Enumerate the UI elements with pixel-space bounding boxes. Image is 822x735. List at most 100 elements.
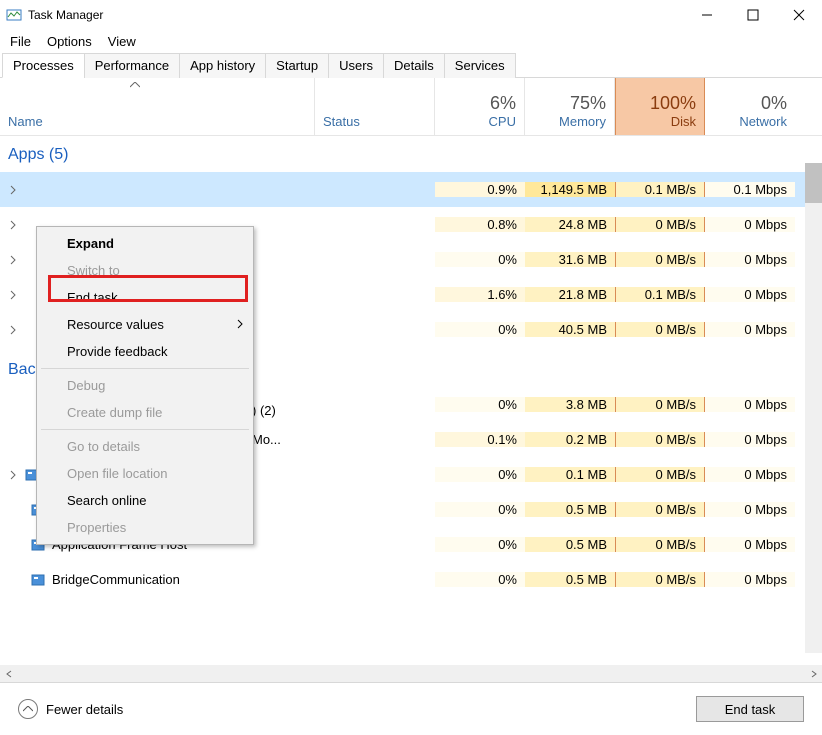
title-bar: Task Manager <box>0 0 822 30</box>
cell-mem: 31.6 MB <box>525 252 615 267</box>
cell-mem: 40.5 MB <box>525 322 615 337</box>
cell-disk: 0 MB/s <box>615 502 705 517</box>
ctx-expand[interactable]: Expand <box>39 230 251 257</box>
cell-net: 0 Mbps <box>705 287 795 302</box>
tab-services[interactable]: Services <box>444 53 516 78</box>
menu-options[interactable]: Options <box>41 32 102 51</box>
tab-app-history[interactable]: App history <box>179 53 266 78</box>
cell-disk: 0 MB/s <box>615 572 705 587</box>
ctx-search-online[interactable]: Search online <box>39 487 251 514</box>
col-disk[interactable]: 100% Disk <box>615 78 705 135</box>
cell-mem: 24.8 MB <box>525 217 615 232</box>
col-name-label: Name <box>8 114 43 129</box>
expand-chevron-icon[interactable] <box>8 220 18 230</box>
cell-net: 0 Mbps <box>705 217 795 232</box>
submenu-arrow-icon <box>237 319 243 329</box>
network-pct: 0% <box>761 93 787 114</box>
col-name[interactable]: Name <box>0 78 315 135</box>
cell-disk: 0 MB/s <box>615 397 705 412</box>
fewer-details-label: Fewer details <box>46 702 123 717</box>
minimize-button[interactable] <box>684 0 730 30</box>
cell-cpu: 0% <box>435 502 525 517</box>
ctx-provide-feedback[interactable]: Provide feedback <box>39 338 251 365</box>
footer: Fewer details End task <box>0 682 822 735</box>
tab-processes[interactable]: Processes <box>2 53 85 78</box>
cell-disk: 0.1 MB/s <box>615 287 705 302</box>
cell-net: 0 Mbps <box>705 252 795 267</box>
cell-net: 0 Mbps <box>705 467 795 482</box>
expand-chevron-icon[interactable] <box>8 255 18 265</box>
cell-disk: 0 MB/s <box>615 432 705 447</box>
ctx-resource-values[interactable]: Resource values <box>39 311 251 338</box>
scroll-right-icon[interactable] <box>805 665 822 682</box>
cell-mem: 0.5 MB <box>525 502 615 517</box>
tab-startup[interactable]: Startup <box>265 53 329 78</box>
memory-pct: 75% <box>570 93 606 114</box>
cell-disk: 0 MB/s <box>615 537 705 552</box>
cell-mem: 0.1 MB <box>525 467 615 482</box>
cell-cpu: 0.1% <box>435 432 525 447</box>
disk-pct: 100% <box>650 93 696 114</box>
col-status-label: Status <box>323 114 360 129</box>
col-status[interactable]: Status <box>315 78 435 135</box>
cell-net: 0 Mbps <box>705 572 795 587</box>
cell-net: 0 Mbps <box>705 432 795 447</box>
col-memory[interactable]: 75% Memory <box>525 78 615 135</box>
group-apps-label: Apps (5) <box>0 136 822 172</box>
cell-disk: 0 MB/s <box>615 467 705 482</box>
window-buttons <box>684 0 822 30</box>
expand-chevron-icon[interactable] <box>8 470 18 480</box>
cell-net: 0 Mbps <box>705 502 795 517</box>
scrollbar-thumb[interactable] <box>805 163 822 203</box>
cell-mem: 3.8 MB <box>525 397 615 412</box>
expand-chevron-icon[interactable] <box>8 325 18 335</box>
fewer-details-button[interactable]: Fewer details <box>18 699 123 719</box>
col-cpu[interactable]: 6% CPU <box>435 78 525 135</box>
scroll-left-icon[interactable] <box>0 665 17 682</box>
ctx-debug: Debug <box>39 372 251 399</box>
cell-net: 0 Mbps <box>705 537 795 552</box>
close-button[interactable] <box>776 0 822 30</box>
menu-bar: File Options View <box>0 30 822 52</box>
ctx-go-to-details: Go to details <box>39 433 251 460</box>
ctx-open-file-location: Open file location <box>39 460 251 487</box>
cell-cpu: 0% <box>435 572 525 587</box>
cell-mem: 0.5 MB <box>525 572 615 587</box>
network-label: Network <box>739 114 787 129</box>
end-task-button[interactable]: End task <box>696 696 804 722</box>
cell-disk: 0 MB/s <box>615 252 705 267</box>
table-row[interactable]: 0.9% 1,149.5 MB 0.1 MB/s 0.1 Mbps <box>0 172 822 207</box>
ctx-properties: Properties <box>39 514 251 541</box>
cell-mem: 21.8 MB <box>525 287 615 302</box>
app-icon <box>6 7 22 23</box>
maximize-button[interactable] <box>730 0 776 30</box>
memory-label: Memory <box>559 114 606 129</box>
cell-cpu: 1.6% <box>435 287 525 302</box>
tab-users[interactable]: Users <box>328 53 384 78</box>
tab-strip: Processes Performance App history Startu… <box>0 52 822 78</box>
cpu-label: CPU <box>489 114 516 129</box>
tab-performance[interactable]: Performance <box>84 53 180 78</box>
cell-disk: 0 MB/s <box>615 217 705 232</box>
menu-view[interactable]: View <box>102 32 146 51</box>
horizontal-scrollbar[interactable] <box>0 665 822 682</box>
cell-net: 0 Mbps <box>705 322 795 337</box>
menu-file[interactable]: File <box>4 32 41 51</box>
expand-chevron-icon[interactable] <box>8 290 18 300</box>
cell-cpu: 0.9% <box>435 182 525 197</box>
column-headers: Name Status 6% CPU 75% Memory 100% Disk … <box>0 78 822 136</box>
process-icon <box>30 572 46 588</box>
cell-cpu: 0.8% <box>435 217 525 232</box>
col-network[interactable]: 0% Network <box>705 78 795 135</box>
window-title: Task Manager <box>28 8 684 22</box>
table-row[interactable]: BridgeCommunication 0% 0.5 MB 0 MB/s 0 M… <box>0 562 822 597</box>
process-name: Mo... <box>252 432 281 447</box>
expand-chevron-icon[interactable] <box>8 185 18 195</box>
vertical-scrollbar[interactable] <box>805 163 822 653</box>
cell-cpu: 0% <box>435 252 525 267</box>
tab-details[interactable]: Details <box>383 53 445 78</box>
sort-indicator-icon <box>130 82 140 88</box>
cell-net: 0 Mbps <box>705 397 795 412</box>
cell-disk: 0.1 MB/s <box>615 182 705 197</box>
ctx-end-task[interactable]: End task <box>39 284 251 311</box>
